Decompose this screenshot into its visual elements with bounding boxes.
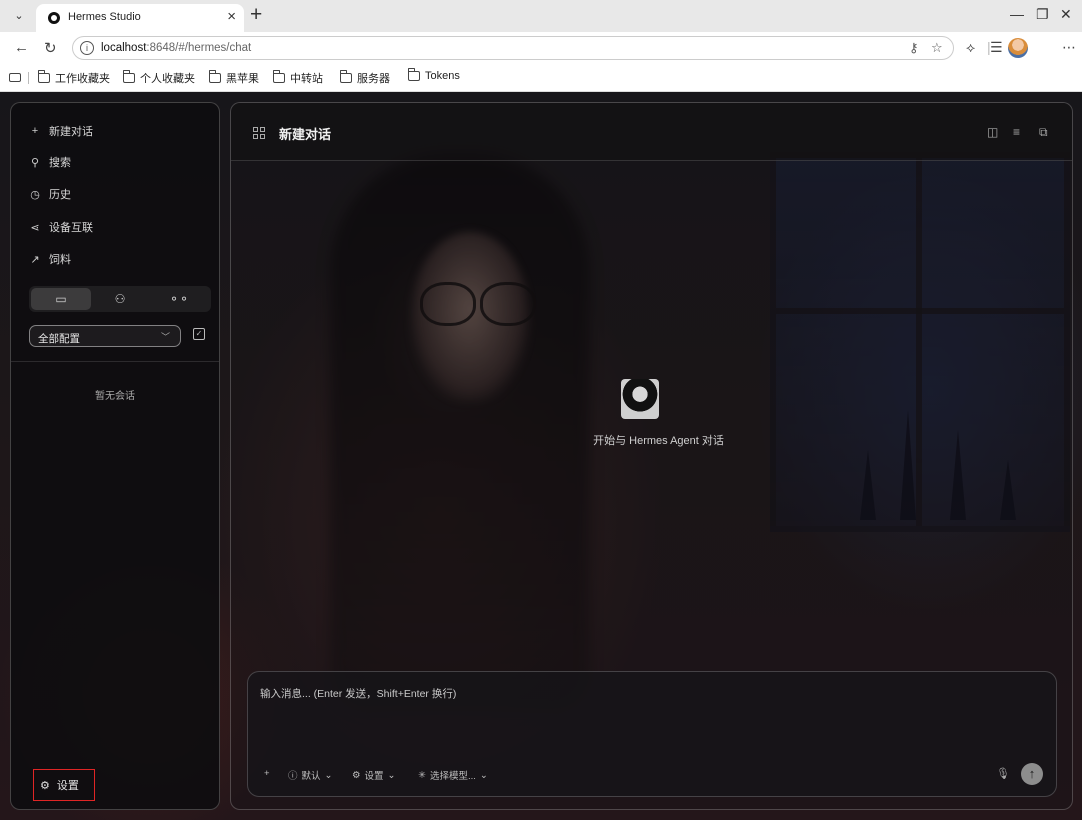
sparkle-icon: ✳: [418, 769, 426, 781]
composer-settings-select[interactable]: ⚙ 设置 ⌄: [352, 768, 396, 783]
tab-title: Hermes Studio: [68, 11, 141, 23]
more-icon[interactable]: ⋯: [1062, 39, 1076, 56]
minimize-icon[interactable]: —: [1010, 6, 1024, 22]
chat-bubble-icon[interactable]: ▭: [31, 288, 91, 310]
microphone-icon[interactable]: 🎙: [996, 767, 1010, 780]
people-icon[interactable]: ⚇: [90, 288, 150, 310]
gear-icon: ⚙: [352, 769, 361, 781]
sidebar-divider: [11, 361, 219, 362]
external-link-icon: ↗: [30, 253, 40, 266]
sidebar-view-tabs: ▭ ⚇ ⚬⚬: [29, 286, 211, 312]
attach-plus-icon[interactable]: +: [264, 768, 270, 779]
folder-icon: [123, 70, 135, 83]
favorite-star-icon[interactable]: ☆: [931, 40, 943, 56]
back-icon[interactable]: ←: [14, 39, 29, 56]
bookmarks-divider: [28, 72, 29, 84]
bookmarks-bar: 工作收藏夹 个人收藏夹 黑苹果 中转站 服务器 Tokens: [0, 64, 1082, 92]
folder-icon: [38, 70, 50, 83]
favicon-icon: [48, 12, 60, 24]
bookmark-folder[interactable]: 中转站: [273, 70, 323, 86]
share-nodes-icon: ⋖: [30, 221, 40, 234]
window-close-icon[interactable]: ✕: [1060, 6, 1072, 23]
message-input[interactable]: [260, 688, 960, 700]
bookmark-folder[interactable]: Tokens: [408, 68, 460, 82]
profile-avatar[interactable]: [1008, 38, 1028, 58]
clock-icon: ◷: [30, 188, 40, 201]
mode-select[interactable]: ⓘ 默认 ⌄: [288, 768, 333, 783]
empty-sessions-text: 暂无会话: [95, 391, 135, 402]
list-icon[interactable]: ≡: [1013, 125, 1020, 139]
reload-icon[interactable]: ↻: [44, 39, 57, 57]
address-bar-row: ← ↻ i localhost:8648/#/hermes/chat ⚷ ☆ ⟡…: [0, 32, 1082, 64]
chevron-down-icon: ﹀: [160, 332, 170, 342]
search-icon: ⚲: [30, 156, 40, 169]
sidebar: + 新建对话 ⚲ 搜索 ◷ 历史 ⋖ 设备互联 ↗ 饲料 ▭ ⚇ ⚬⚬ 全部配置…: [10, 102, 220, 810]
page-title: 新建对话: [279, 127, 332, 142]
key-icon[interactable]: ⚷: [909, 40, 919, 56]
chat-header: 新建对话 ◫ ≡ ⧉: [231, 103, 1072, 161]
url-field[interactable]: i localhost:8648/#/hermes/chat ⚷ ☆: [72, 36, 954, 60]
folder-icon: [340, 70, 352, 83]
profile-select[interactable]: 全部配置 ﹀: [29, 325, 181, 347]
nodes-icon[interactable]: ⚬⚬: [149, 288, 209, 310]
browser-tab[interactable]: Hermes Studio ×: [36, 4, 244, 32]
chevron-down-icon: ⌄: [387, 769, 396, 781]
chevron-down-icon: ⌄: [479, 769, 488, 781]
favorites-list-icon[interactable]: ☰: [990, 39, 1003, 56]
agent-avatar: [621, 379, 659, 419]
browser-tab-strip: ⌄ Hermes Studio × + — ❐ ✕: [0, 0, 1082, 32]
edit-check-icon[interactable]: ✓: [193, 328, 205, 340]
welcome-text: 开始与 Hermes Agent 对话: [593, 435, 724, 447]
bookmark-folder[interactable]: 服务器: [340, 70, 390, 86]
message-composer: + ⓘ 默认 ⌄ ⚙ 设置 ⌄ ✳ 选择模型... ⌄ 🎙 ↑: [247, 671, 1057, 797]
bookmark-folder[interactable]: 个人收藏夹: [123, 70, 195, 86]
tab-close-icon[interactable]: ×: [227, 8, 236, 25]
model-select[interactable]: ✳ 选择模型... ⌄: [418, 768, 488, 783]
grid-icon[interactable]: [253, 127, 265, 139]
bookmark-folder[interactable]: 工作收藏夹: [38, 70, 110, 86]
url-text: localhost:8648/#/hermes/chat: [101, 42, 252, 54]
bookmark-folder[interactable]: 黑苹果: [209, 70, 259, 86]
sidebar-item-device-link[interactable]: ⋖ 设备互联: [29, 219, 93, 235]
sidebar-item-new-chat[interactable]: + 新建对话: [29, 123, 93, 139]
plus-icon: +: [31, 125, 39, 137]
folder-icon: [273, 70, 285, 83]
info-circle-icon: ⓘ: [288, 771, 298, 782]
sidebar-item-feed[interactable]: ↗ 饲料: [29, 251, 71, 267]
site-info-icon[interactable]: i: [80, 41, 94, 55]
settings-button[interactable]: ⚙ 设置: [33, 769, 95, 801]
folder-icon: [209, 70, 221, 83]
panel-toggle-icon[interactable]: ◫: [987, 125, 998, 139]
send-button[interactable]: ↑: [1021, 763, 1043, 785]
copy-window-icon[interactable]: ⧉: [1039, 125, 1048, 140]
extensions-icon[interactable]: ⟡: [966, 39, 975, 56]
app-background: + 新建对话 ⚲ 搜索 ◷ 历史 ⋖ 设备互联 ↗ 饲料 ▭ ⚇ ⚬⚬ 全部配置…: [0, 92, 1082, 820]
chevron-down-icon: ⌄: [324, 769, 333, 781]
chat-panel: 新建对话 ◫ ≡ ⧉ 开始与 Hermes Agent 对话 + ⓘ 默认 ⌄ …: [230, 102, 1073, 810]
sidebar-item-search[interactable]: ⚲ 搜索: [29, 154, 71, 170]
new-tab-icon[interactable]: +: [250, 3, 262, 27]
tab-list-chevron-icon[interactable]: ⌄: [8, 6, 30, 26]
bookmark-apps-icon[interactable]: [9, 73, 21, 82]
folder-icon: [408, 68, 420, 81]
restore-icon[interactable]: ❐: [1036, 6, 1049, 23]
sidebar-item-history[interactable]: ◷ 历史: [29, 186, 71, 202]
gear-icon: ⚙: [40, 779, 50, 792]
